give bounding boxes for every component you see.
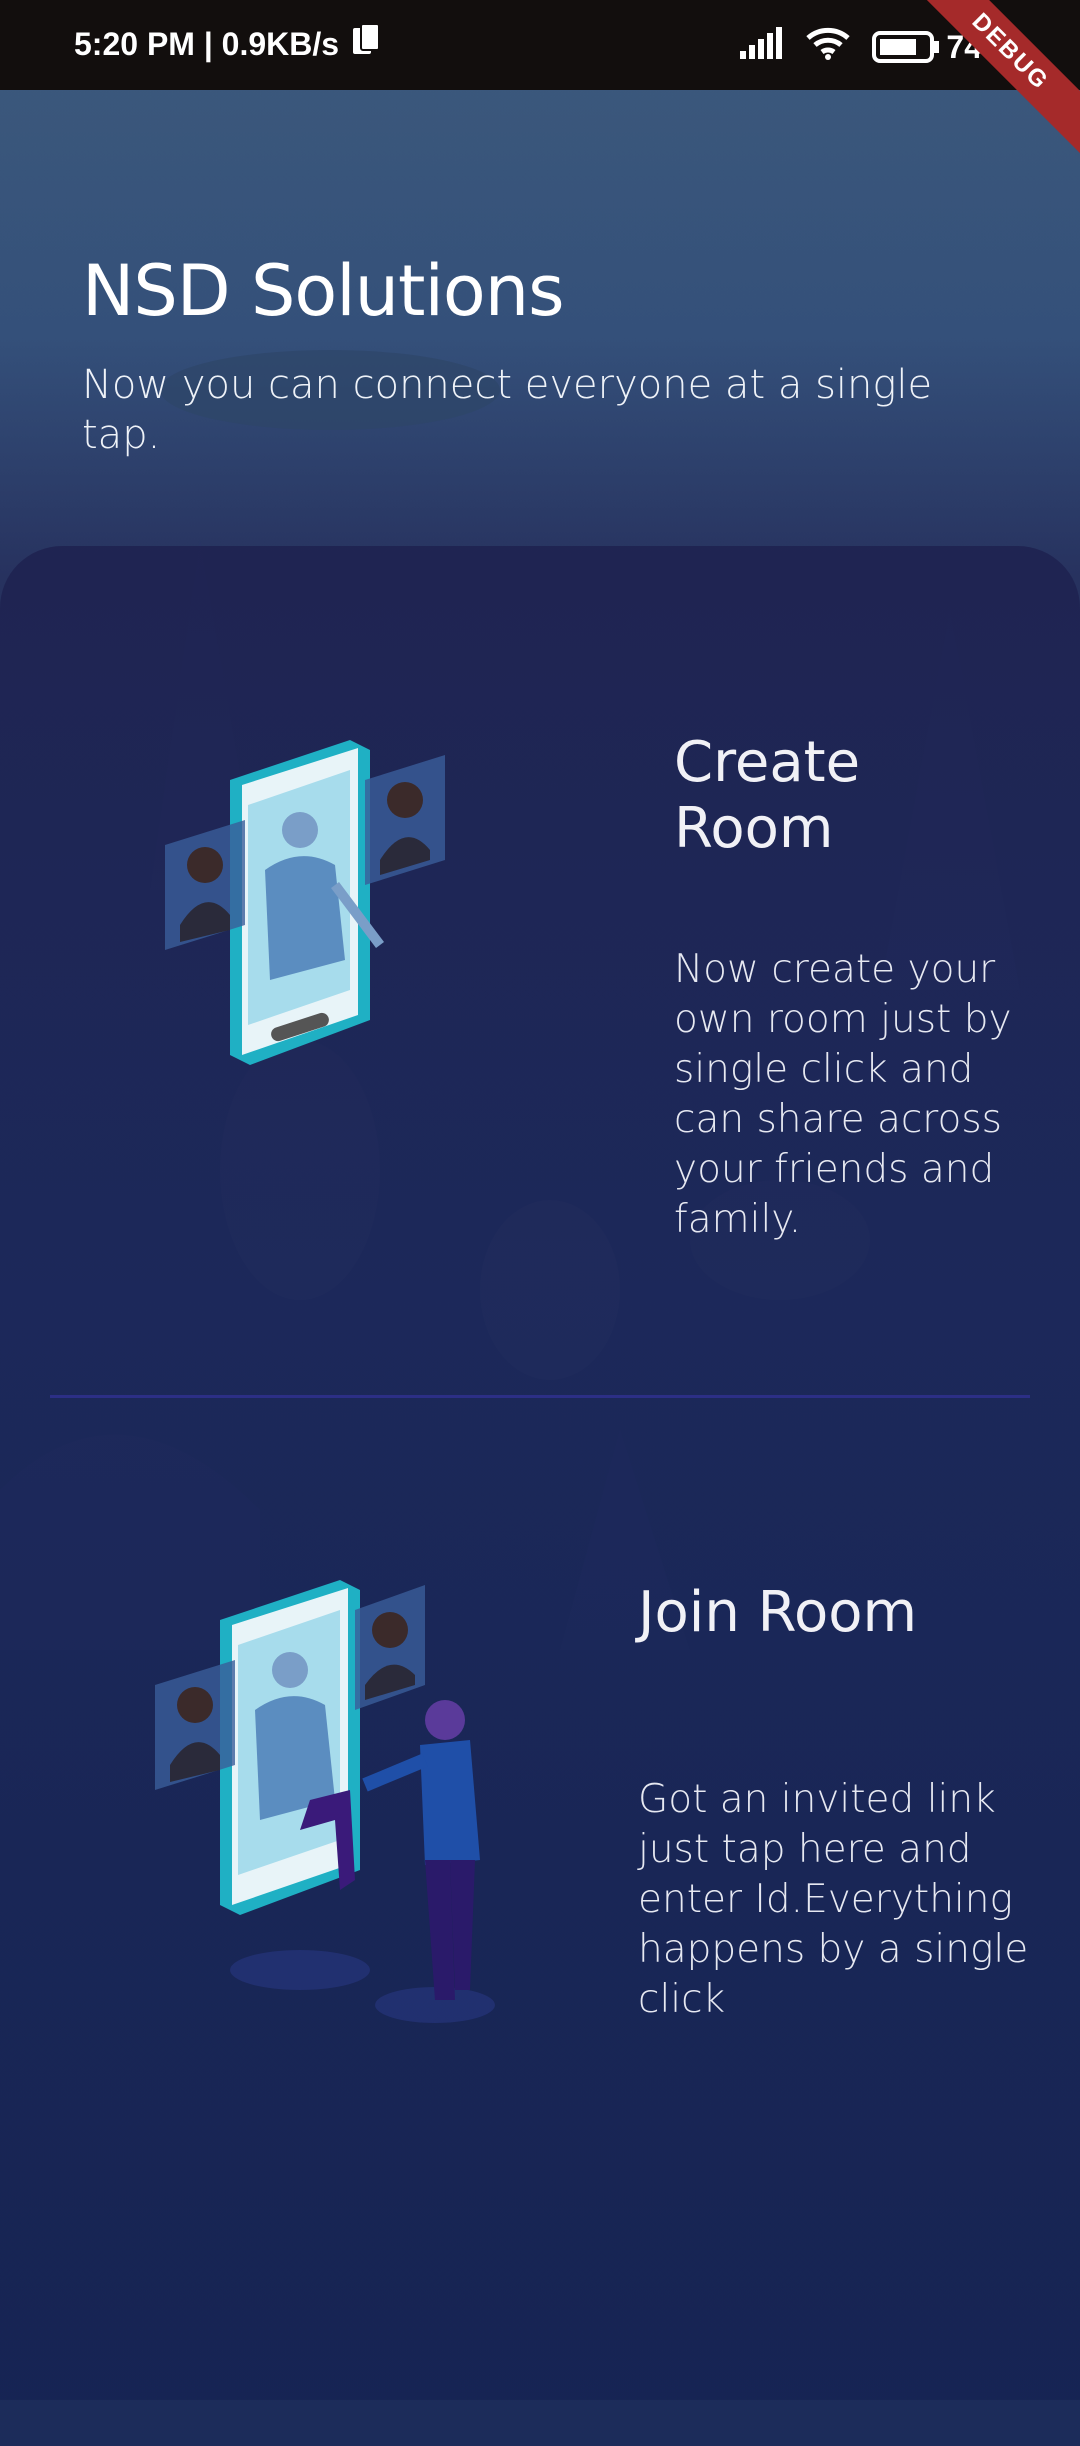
join-room-illustration: [155, 1580, 495, 2023]
create-room-title-line1: Create: [674, 730, 861, 795]
signal-icon: [740, 27, 784, 67]
create-room-illustration: [165, 740, 445, 1065]
create-room-title: Create Room: [674, 730, 860, 862]
join-room-title: Join Room: [638, 1580, 918, 1645]
header: NSD Solutions Now you can connect everyo…: [82, 250, 982, 460]
status-bar: 5:20 PM | 0.9KB/s 74 DEBUG: [0, 0, 1080, 160]
debug-banner: DEBUG: [902, 0, 1080, 160]
create-room-button[interactable]: Create Room Now create your own room jus…: [0, 640, 1080, 1390]
join-room-button[interactable]: Join Room Got an invited link just tap h…: [0, 1420, 1080, 2160]
page-subtitle: Now you can connect everyone at a single…: [82, 362, 933, 458]
create-room-description: Now create your own room just by single …: [674, 947, 1012, 1242]
divider: [50, 1395, 1030, 1398]
join-room-description: Got an invited link just tap here and en…: [638, 1777, 1029, 2022]
wifi-icon: [806, 26, 851, 68]
status-time-speed: 5:20 PM | 0.9KB/s: [74, 25, 340, 62]
create-room-title-line2: Room: [674, 796, 834, 861]
phone-sync-icon: [349, 22, 383, 66]
page-title: NSD Solutions: [82, 250, 565, 332]
